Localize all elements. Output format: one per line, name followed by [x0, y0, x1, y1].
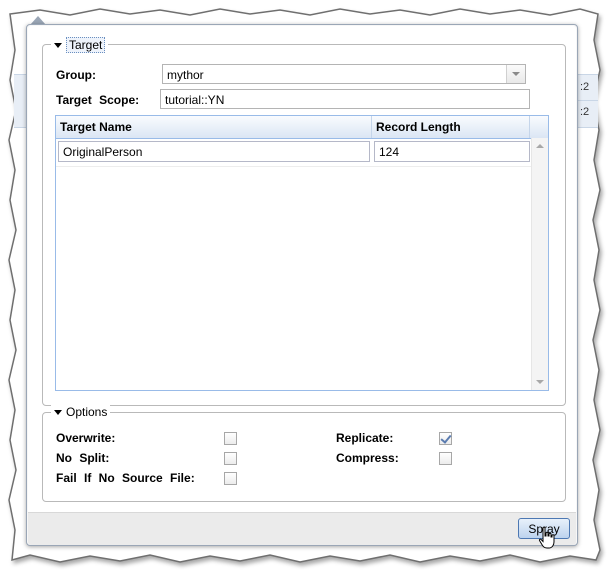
- group-value: mythor: [167, 68, 204, 82]
- replicate-checkbox[interactable]: [439, 432, 452, 445]
- target-name-input[interactable]: OriginalPerson: [58, 141, 370, 162]
- background-list-left: [14, 74, 26, 128]
- target-scope-label: Target Scope:: [56, 93, 140, 107]
- scroll-up-icon[interactable]: [536, 144, 544, 148]
- background-row-text: :2: [580, 81, 590, 93]
- options-fieldset: Options Overwrite: No Split: Fail If No …: [42, 405, 566, 502]
- compress-checkbox[interactable]: [439, 452, 452, 465]
- options-legend-label: Options: [66, 405, 108, 419]
- target-fieldset: Target Group: mythor Target Scope: tutor…: [42, 37, 566, 406]
- group-dropdown-button[interactable]: [506, 65, 525, 83]
- hand-cursor-icon: [538, 526, 555, 549]
- fail-if-no-source-checkbox[interactable]: [224, 472, 237, 485]
- column-header-record-length[interactable]: Record Length: [372, 116, 530, 138]
- compress-label: Compress:: [336, 451, 399, 465]
- grid-header: Target Name Record Length: [56, 116, 548, 139]
- replicate-label: Replicate:: [336, 431, 394, 445]
- overwrite-checkbox[interactable]: [224, 432, 237, 445]
- dialog-body: Target Group: mythor Target Scope: tutor…: [28, 26, 576, 512]
- target-scope-value: tutorial::YN: [165, 93, 225, 107]
- background-row-text: :2: [580, 106, 590, 118]
- record-length-input[interactable]: 124: [374, 141, 530, 162]
- column-header-target-name[interactable]: Target Name: [56, 116, 372, 138]
- no-split-checkbox[interactable]: [224, 452, 237, 465]
- fail-if-no-source-label: Fail If No Source File:: [56, 471, 195, 485]
- collapse-arrow-icon[interactable]: [54, 409, 62, 415]
- target-grid: Target Name Record Length OriginalPerson…: [55, 115, 549, 391]
- chevron-down-icon: [512, 72, 520, 76]
- group-combobox[interactable]: mythor: [162, 64, 526, 84]
- grid-scrollbar[interactable]: [531, 138, 548, 390]
- no-split-label: No Split:: [56, 451, 110, 465]
- group-label: Group:: [56, 68, 96, 82]
- target-legend-label: Target: [66, 37, 106, 53]
- overwrite-label: Overwrite:: [56, 431, 116, 445]
- dialog-footer: Spray: [28, 512, 576, 545]
- collapse-arrow-icon[interactable]: [54, 42, 62, 48]
- background-list-right: :2 :2: [576, 74, 598, 128]
- options-legend[interactable]: Options: [51, 405, 111, 419]
- target-scope-input[interactable]: tutorial::YN: [160, 89, 530, 109]
- scroll-down-icon[interactable]: [536, 380, 544, 384]
- spray-dialog: Target Group: mythor Target Scope: tutor…: [26, 24, 578, 546]
- table-row: OriginalPerson 124: [56, 138, 532, 167]
- target-legend[interactable]: Target: [51, 37, 109, 53]
- background-row-divider: [576, 100, 598, 101]
